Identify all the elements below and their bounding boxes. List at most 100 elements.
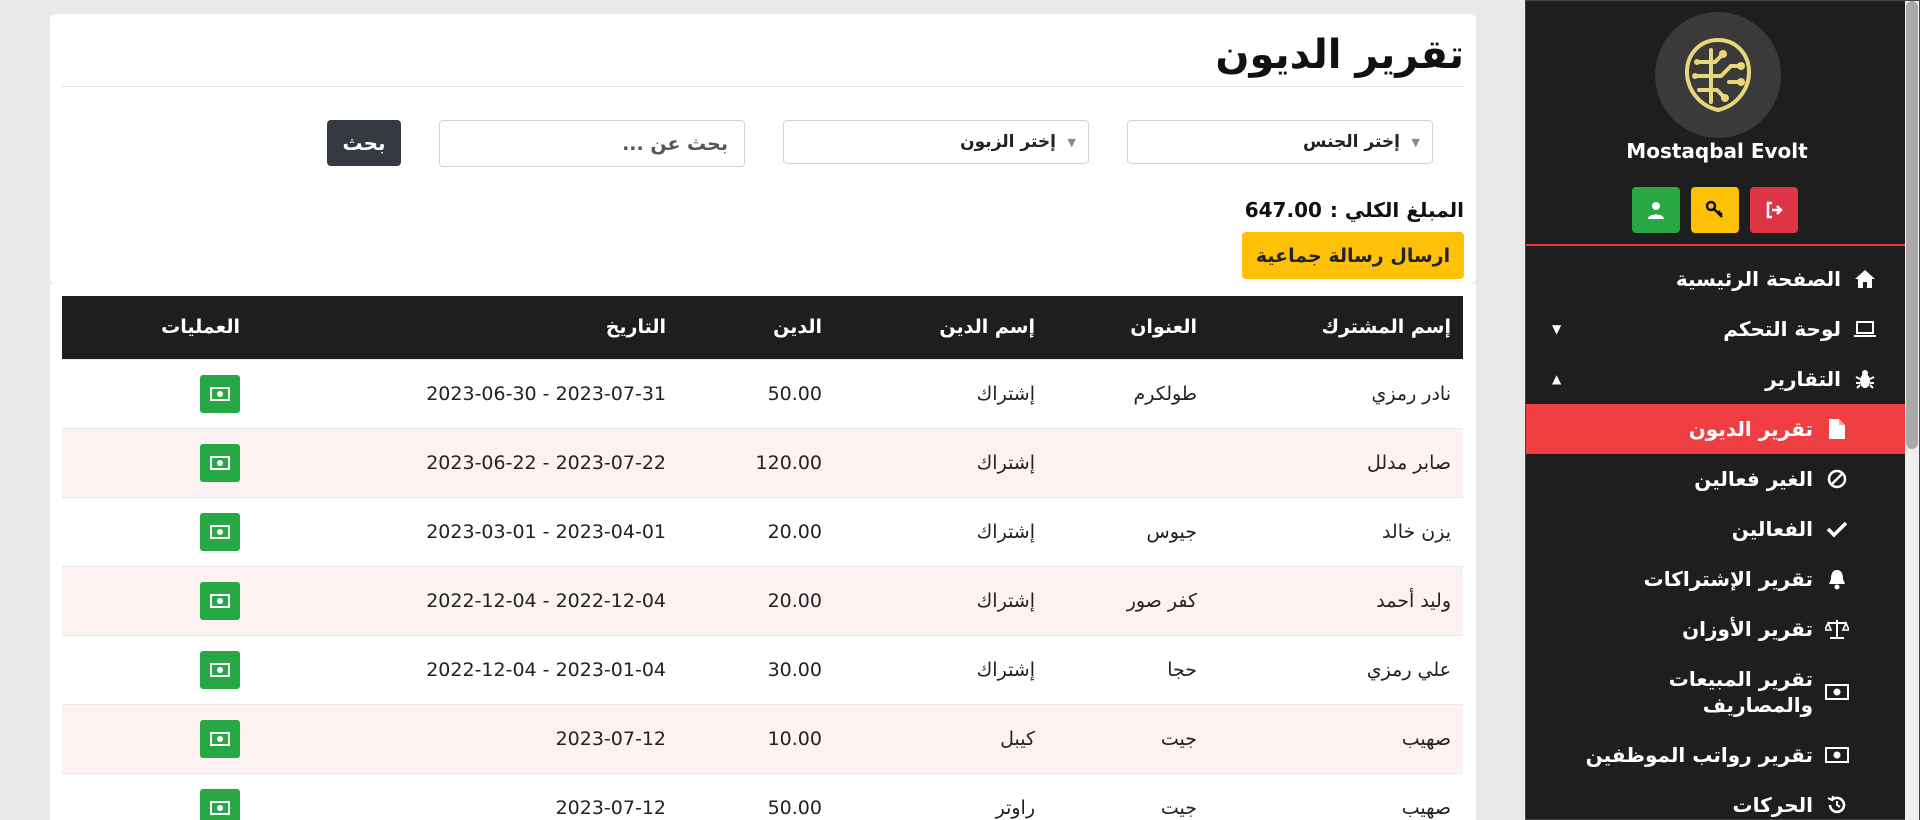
cell-debt-name: إشتراك <box>834 496 1047 566</box>
sidebar-scrollbar[interactable] <box>1905 1 1919 820</box>
money-icon <box>1825 680 1849 704</box>
sidebar-item-label: تقرير الأوزان <box>1682 617 1813 641</box>
sidebar-item-dashboard[interactable]: لوحة التحكم ▼ <box>1526 304 1907 354</box>
pay-debt-button[interactable] <box>200 650 240 689</box>
brand-name: Mostaqbal Evolt <box>1626 139 1808 163</box>
money-icon <box>210 800 230 815</box>
cell-amount: 50.00 <box>678 772 834 820</box>
table-row: صهيب جيت راوتر 50.00 2023-07-12 <box>62 772 1463 820</box>
pay-debt-button[interactable] <box>200 719 240 758</box>
cell-debt-name: إشتراك <box>834 565 1047 635</box>
cell-debt-name: راوتر <box>834 772 1047 820</box>
debts-table-container: إسم المشترك العنوان إسم الدين الدين التا… <box>50 284 1476 820</box>
debts-table: إسم المشترك العنوان إسم الدين الدين التا… <box>62 296 1463 820</box>
header-debt-name[interactable]: إسم الدين <box>834 296 1047 359</box>
sidebar: Mostaqbal Evolt الصفحة الرئيسية لوحة الت… <box>1525 0 1920 820</box>
sidebar-item-subscriptions-report[interactable]: تقرير الإشتراكات <box>1526 554 1907 604</box>
sidebar-item-label: تقرير الإشتراكات <box>1643 567 1813 591</box>
sidebar-item-label: التقارير <box>1765 367 1841 391</box>
chevron-down-icon: ▼ <box>1552 322 1562 336</box>
table-header-row: إسم المشترك العنوان إسم الدين الدين التا… <box>62 296 1463 359</box>
send-bulk-message-button[interactable]: ارسال رسالة جماعية <box>1242 232 1464 279</box>
sidebar-item-reports[interactable]: التقارير ▲ <box>1526 354 1907 404</box>
pay-debt-button[interactable] <box>200 788 240 820</box>
sidebar-item-label: الصفحة الرئيسية <box>1675 267 1841 291</box>
bug-icon <box>1853 367 1877 391</box>
money-icon <box>210 662 230 677</box>
pay-debt-button[interactable] <box>200 374 240 413</box>
cell-address: طولكرم <box>1047 358 1209 428</box>
cell-name: صهيب <box>1209 772 1463 820</box>
cell-operations <box>62 427 252 497</box>
bell-icon <box>1825 567 1849 591</box>
money-icon <box>210 524 230 539</box>
sidebar-item-active[interactable]: الفعالين <box>1526 504 1907 554</box>
cell-operations <box>62 634 252 704</box>
header-name[interactable]: إسم المشترك <box>1209 296 1463 359</box>
cell-amount: 120.00 <box>678 427 834 497</box>
profile-button[interactable] <box>1632 187 1680 233</box>
page-title: تقرير الديون <box>1215 32 1464 78</box>
money-icon <box>1825 743 1849 767</box>
pay-debt-button[interactable] <box>200 581 240 620</box>
sidebar-item-debts-report[interactable]: تقرير الديون <box>1526 404 1907 454</box>
sidebar-item-weights-report[interactable]: تقرير الأوزان <box>1526 604 1907 654</box>
money-icon <box>210 731 230 746</box>
search-button[interactable]: بحث <box>327 120 401 166</box>
sidebar-divider <box>1526 244 1907 246</box>
table-row: علي رمزي حجا إشتراك 30.00 2022-12-04 - 2023-… <box>62 634 1463 704</box>
total-label: المبلغ الكلي : <box>1329 198 1464 222</box>
money-icon <box>210 593 230 608</box>
table-row: نادر رمزي طولكرم إشتراك 50.00 2023-06-30 - 2… <box>62 358 1463 428</box>
sidebar-item-transactions[interactable]: الحركات <box>1526 780 1907 820</box>
change-password-button[interactable] <box>1691 187 1739 233</box>
cell-name: يزن خالد <box>1209 496 1463 566</box>
cell-address: جيت <box>1047 703 1209 773</box>
sidebar-item-label: الغير فعالين <box>1694 467 1813 491</box>
scale-icon <box>1825 617 1849 641</box>
cell-date: 2022-12-04 - 2023-01-04 <box>252 634 678 704</box>
table-row: صهيب جيت كيبل 10.00 2023-07-12 <box>62 703 1463 773</box>
cell-debt-name: إشتراك <box>834 358 1047 428</box>
cell-date: 2023-03-01 - 2023-04-01 <box>252 496 678 566</box>
pay-debt-button[interactable] <box>200 443 240 482</box>
sidebar-item-home[interactable]: الصفحة الرئيسية <box>1526 254 1907 304</box>
sidebar-item-salaries-report[interactable]: تقرير رواتب الموظفين <box>1526 730 1907 780</box>
circuit-brain-icon <box>1684 38 1752 112</box>
user-actions <box>1632 187 1798 233</box>
user-icon <box>1648 202 1664 219</box>
cell-debt-name: إشتراك <box>834 634 1047 704</box>
sidebar-item-inactive[interactable]: الغير فعالين <box>1526 454 1907 504</box>
title-divider <box>62 86 1464 87</box>
customer-select[interactable]: ▼ إختر الزبون <box>783 120 1089 164</box>
logout-button[interactable] <box>1750 187 1798 233</box>
cell-operations <box>62 703 252 773</box>
cell-amount: 10.00 <box>678 703 834 773</box>
sidebar-item-label: الفعالين <box>1731 517 1813 541</box>
sidebar-item-label: الحركات <box>1732 793 1813 817</box>
search-input[interactable] <box>439 120 745 167</box>
header-date[interactable]: التاريخ <box>252 296 678 359</box>
cell-debt-name: إشتراك <box>834 427 1047 497</box>
sidebar-menu: الصفحة الرئيسية لوحة التحكم ▼ التقارير ▲… <box>1526 254 1907 820</box>
cell-operations <box>62 496 252 566</box>
cell-operations <box>62 772 252 820</box>
cell-address <box>1047 427 1209 497</box>
header-amount[interactable]: الدين <box>678 296 834 359</box>
cell-date: 2023-07-12 <box>252 703 678 773</box>
customer-select-value: إختر الزبون <box>960 132 1056 152</box>
sidebar-item-label: تقرير الديون <box>1688 417 1813 441</box>
cell-operations <box>62 565 252 635</box>
report-card: تقرير الديون ▼ إختر الجنس ▼ إختر الزبون … <box>50 14 1476 284</box>
sidebar-item-sales-expenses-report[interactable]: تقرير المبيعات والمصاريف <box>1526 654 1907 730</box>
pay-debt-button[interactable] <box>200 512 240 551</box>
history-icon <box>1825 793 1849 817</box>
header-address[interactable]: العنوان <box>1047 296 1209 359</box>
file-icon <box>1825 417 1849 441</box>
cell-amount: 30.00 <box>678 634 834 704</box>
brand-logo[interactable] <box>1655 12 1781 138</box>
laptop-icon <box>1853 317 1877 341</box>
caret-down-icon: ▼ <box>1067 135 1076 149</box>
sidebar-scrollbar-thumb[interactable] <box>1906 1 1918 449</box>
gender-select[interactable]: ▼ إختر الجنس <box>1127 120 1433 164</box>
